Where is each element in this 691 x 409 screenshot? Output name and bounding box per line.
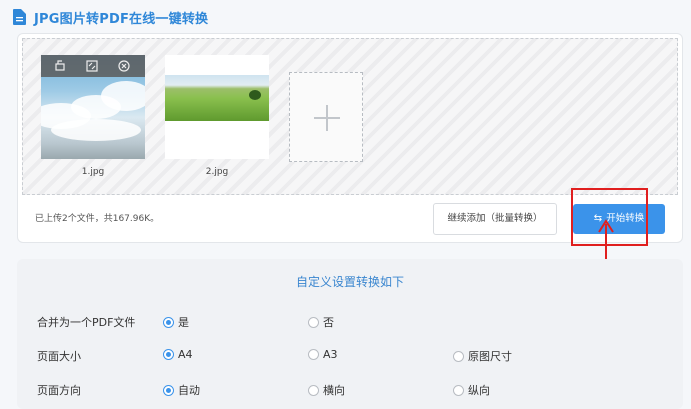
add-file-button[interactable] <box>289 72 363 162</box>
drop-zone[interactable]: 1.jpg 2.jpg <box>22 38 678 195</box>
page-orientation-label: 页面方向 <box>37 384 81 397</box>
merge-yes-radio[interactable]: 是 <box>163 314 189 330</box>
continue-add-button[interactable]: 继续添加（批量转换） <box>433 203 557 235</box>
settings-title: 自定义设置转换如下 <box>295 275 404 289</box>
rotate-icon[interactable] <box>53 59 67 73</box>
merge-no-radio[interactable]: 否 <box>308 314 334 330</box>
page-header: JPG图片转PDF在线一键转换 <box>0 0 691 36</box>
close-icon[interactable] <box>117 59 131 73</box>
fullscreen-icon[interactable] <box>85 59 99 73</box>
merge-pdf-label: 合并为一个PDF文件 <box>37 316 136 329</box>
size-a3-radio[interactable]: A3 <box>308 348 338 361</box>
document-icon <box>13 9 26 25</box>
plus-icon <box>314 105 340 131</box>
orientation-portrait-radio[interactable]: 纵向 <box>453 382 490 398</box>
file-name: 2.jpg <box>205 167 229 177</box>
file-name: 1.jpg <box>81 167 105 177</box>
size-original-radio[interactable]: 原图尺寸 <box>453 348 512 364</box>
file-thumbnail-2[interactable] <box>165 55 269 159</box>
page-title: JPG图片转PDF在线一键转换 <box>34 12 209 27</box>
page-size-label: 页面大小 <box>37 350 81 363</box>
upload-status: 已上传2个文件，共167.96K。 <box>35 214 160 224</box>
thumbnail-toolbar <box>41 55 145 77</box>
thumbnail-image-field <box>165 55 269 159</box>
size-a4-radio[interactable]: A4 <box>163 348 193 361</box>
settings-panel: 自定义设置转换如下 合并为一个PDF文件 是 否 页面大小 A4 A3 原图尺寸… <box>17 259 683 409</box>
orientation-landscape-radio[interactable]: 横向 <box>308 382 345 398</box>
file-thumbnail-1[interactable] <box>41 55 145 159</box>
orientation-auto-radio[interactable]: 自动 <box>163 382 200 398</box>
